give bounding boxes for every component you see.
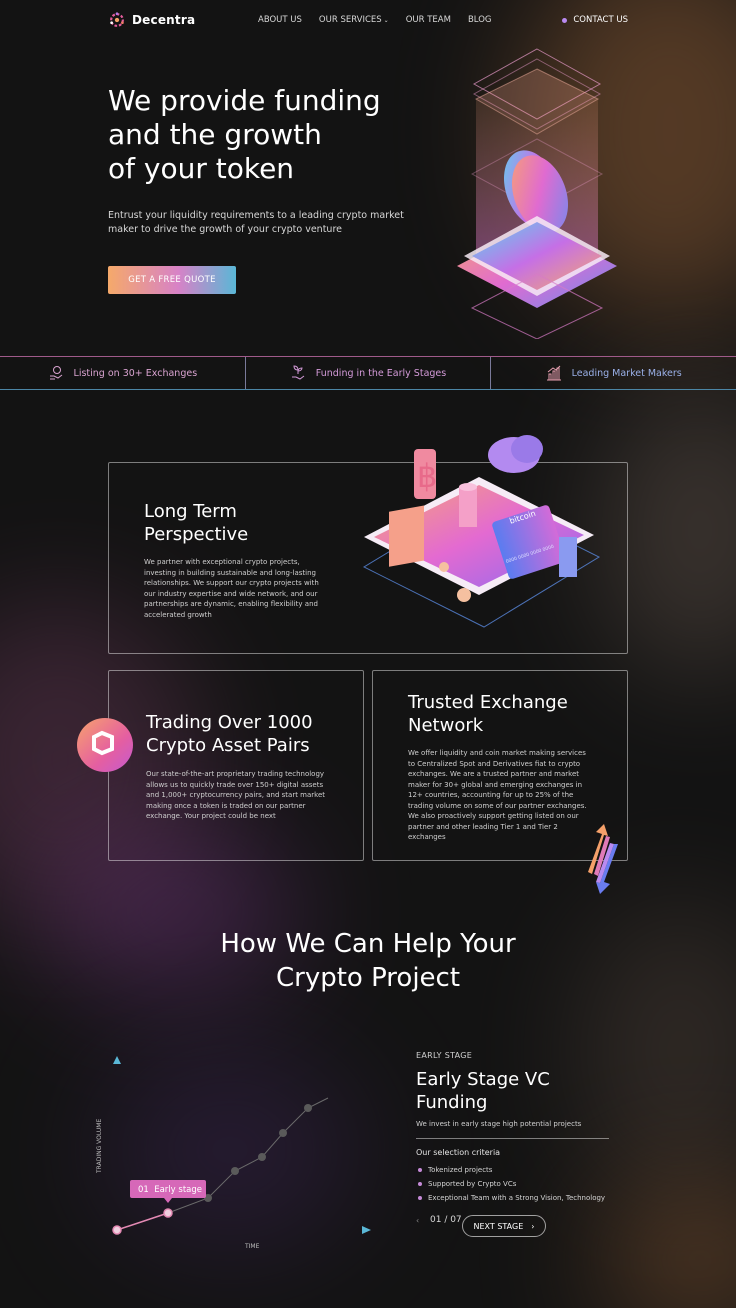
growth-line-active xyxy=(116,1212,169,1231)
stage-point-4[interactable] xyxy=(258,1153,266,1161)
criteria-item: Supported by Crypto VCs xyxy=(418,1177,605,1191)
stage-point-5[interactable] xyxy=(279,1129,287,1137)
stage-point-origin xyxy=(112,1225,122,1235)
chevron-down-icon: ⌄ xyxy=(383,17,389,24)
stage-point-3[interactable] xyxy=(231,1167,239,1175)
card-text: We partner with exceptional crypto proje… xyxy=(144,558,319,619)
brand-name: Decentra xyxy=(132,13,196,27)
next-stage-button[interactable]: NEXT STAGE › xyxy=(462,1215,546,1237)
criteria-text: Tokenized projects xyxy=(428,1166,493,1174)
crypto-coin-pedestal-illustration xyxy=(457,48,617,339)
coin-hand-icon xyxy=(49,366,62,380)
bar-chart-icon xyxy=(546,365,561,381)
stage-counter: 01 / 07 xyxy=(430,1215,462,1225)
stage-subtitle: We invest in early stage high potential … xyxy=(416,1120,582,1128)
nav-about-us[interactable]: ABOUT US xyxy=(258,15,302,25)
contact-us-label: CONTACT US xyxy=(573,15,628,25)
main-menu: ABOUT US OUR SERVICES ⌄ OUR TEAM BLOG xyxy=(258,15,491,25)
bullet-icon xyxy=(418,1196,422,1200)
stats-bar: Listing on 30+ Exchanges Funding in the … xyxy=(0,356,736,390)
stage-title: Early Stage VC Funding xyxy=(416,1069,550,1113)
help-title-line-2: Crypto Project xyxy=(275,963,461,993)
stat-market-makers: Leading Market Makers xyxy=(490,357,736,389)
hero-subtitle: Entrust your liquidity requirements to a… xyxy=(108,210,404,235)
help-title-line-1: How We Can Help Your xyxy=(220,929,516,959)
stage-eyebrow: EARLY STAGE xyxy=(416,1051,473,1060)
stage-point-6[interactable] xyxy=(304,1104,312,1112)
y-axis-arrow-icon xyxy=(113,1056,121,1064)
hero-title-line-2: and the growth xyxy=(108,118,322,151)
tooltip-pointer xyxy=(164,1198,172,1203)
criteria-item: Exceptional Team with a Strong Vision, T… xyxy=(418,1191,605,1205)
help-section-title: How We Can Help Your Crypto Project xyxy=(0,927,736,995)
stat-funding: Funding in the Early Stages xyxy=(244,357,491,389)
stage-tooltip-label: 01 Early stage xyxy=(138,1185,202,1195)
stage-pager: ‹ 01 / 07 xyxy=(416,1215,462,1225)
nav-our-services[interactable]: OUR SERVICES ⌄ xyxy=(319,15,389,25)
crypto-chip-icon xyxy=(77,718,133,772)
hero-title-line-1: We provide funding xyxy=(108,84,381,117)
stat-market-makers-label: Leading Market Makers xyxy=(571,367,682,379)
growth-stage-graph: TRADING VOLUME TIME 01 Early stage xyxy=(96,1056,371,1250)
stat-funding-label: Funding in the Early Stages xyxy=(315,367,447,379)
chevron-right-icon: › xyxy=(531,1221,535,1231)
stage-point-1[interactable] xyxy=(163,1208,173,1218)
hero-title-line-3: of your token xyxy=(108,152,295,185)
criteria-list: Tokenized projects Supported by Crypto V… xyxy=(418,1163,605,1205)
exchange-arrows-icon xyxy=(588,824,618,894)
stat-listing-label: Listing on 30+ Exchanges xyxy=(73,367,198,379)
criteria-title: Our selection criteria xyxy=(416,1148,501,1157)
brand-logo[interactable]: Decentra xyxy=(108,11,195,29)
bitcoin-symbol-icon: ฿ xyxy=(417,457,437,495)
card-text: Our state-of-the-art proprietary trading… xyxy=(146,770,326,820)
stat-listing: Listing on 30+ Exchanges xyxy=(0,357,245,389)
top-nav: Decentra ABOUT US OUR SERVICES ⌄ OUR TEAM… xyxy=(0,0,736,42)
chevron-left-icon[interactable]: ‹ xyxy=(416,1216,424,1225)
card-title: Long Term Perspective xyxy=(144,501,249,545)
x-axis-arrow-icon xyxy=(362,1226,371,1234)
contact-us-link[interactable]: CONTACT US xyxy=(562,15,628,25)
criteria-text: Exceptional Team with a Strong Vision, T… xyxy=(428,1194,606,1202)
stage-divider xyxy=(416,1138,609,1139)
criteria-item: Tokenized projects xyxy=(418,1163,605,1177)
seedling-hand-icon xyxy=(291,365,305,380)
crypto-shopping-illustration: ฿ bitcoin 0000 0000 0000 0000 xyxy=(362,435,601,628)
long-term-perspective-card: Long Term Perspective We partner with ex… xyxy=(108,435,628,654)
card-title: Trusted Exchange Network xyxy=(408,692,568,736)
criteria-text: Supported by Crypto VCs xyxy=(428,1180,517,1188)
card-title: Trading Over 1000 Crypto Asset Pairs xyxy=(146,712,313,756)
logo-mark-icon xyxy=(110,12,124,27)
bullet-icon xyxy=(418,1182,422,1186)
get-free-quote-button[interactable]: GET A FREE QUOTE xyxy=(108,266,236,294)
bullet-icon xyxy=(418,1168,422,1172)
nav-our-team[interactable]: OUR TEAM xyxy=(406,15,451,25)
nav-our-services-label: OUR SERVICES xyxy=(318,15,382,25)
trading-pairs-card: Trading Over 1000 Crypto Asset Pairs Our… xyxy=(108,670,364,861)
hero-title: We provide funding and the growth of you… xyxy=(108,84,438,186)
nav-blog[interactable]: BLOG xyxy=(468,15,492,25)
dot-icon xyxy=(562,17,568,23)
x-axis-label: TIME xyxy=(244,1243,260,1250)
card-text: We offer liquidity and coin market makin… xyxy=(408,749,587,841)
y-axis-label: TRADING VOLUME xyxy=(96,1119,103,1174)
next-stage-label: NEXT STAGE xyxy=(473,1221,524,1231)
